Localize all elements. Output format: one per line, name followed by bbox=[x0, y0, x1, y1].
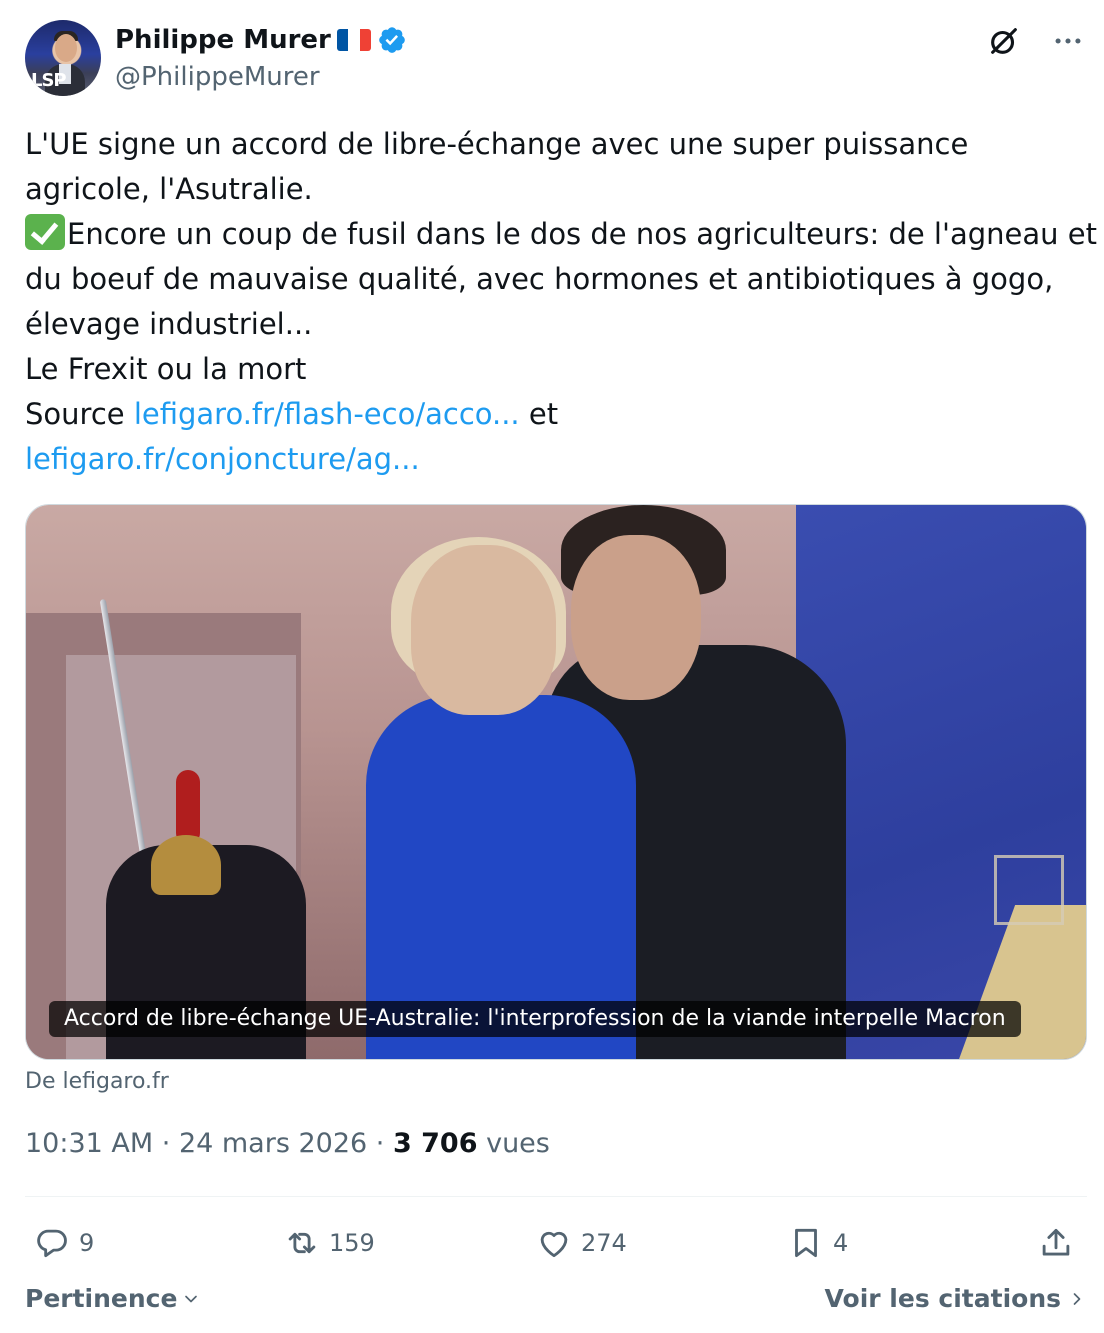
reply-button[interactable]: 9 bbox=[33, 1218, 94, 1268]
tweet-line: du boeuf de mauvaise qualité, avec hormo… bbox=[25, 262, 1054, 296]
link-joiner: et bbox=[528, 397, 559, 431]
link-card-caption: Accord de libre-échange UE-Australie: l'… bbox=[49, 1001, 1021, 1037]
bookmark-count: 4 bbox=[833, 1229, 849, 1257]
like-count: 274 bbox=[581, 1229, 627, 1257]
link-card-image[interactable]: Accord de libre-échange UE-Australie: l'… bbox=[25, 504, 1087, 1060]
replies-footer: Pertinence Voir les citations bbox=[25, 1284, 1087, 1324]
divider bbox=[25, 1196, 1087, 1197]
verified-badge-icon[interactable] bbox=[377, 25, 407, 55]
author-name[interactable]: Philippe Murer bbox=[115, 25, 331, 55]
link-conjoncture[interactable]: lefigaro.fr/conjoncture/ag... bbox=[25, 442, 420, 476]
avatar-logo: LSP bbox=[31, 70, 67, 91]
tweet-source-line: Source lefigaro.fr/flash-eco/acco... et bbox=[25, 392, 1095, 437]
views-count: 3 706 bbox=[392, 1128, 478, 1159]
grok-icon[interactable] bbox=[987, 24, 1021, 58]
tweet-line: Encore un coup de fusil dans le dos de n… bbox=[67, 217, 1097, 251]
tweet-link-line: lefigaro.fr/conjoncture/ag... bbox=[25, 437, 1095, 482]
avatar[interactable]: LSP bbox=[25, 20, 101, 96]
tweet-meta: 10:31 AM · 24 mars 2026 · 3 706 vues bbox=[25, 1128, 550, 1159]
source-label: Source bbox=[25, 397, 125, 431]
link-flash-eco[interactable]: lefigaro.fr/flash-eco/acco... bbox=[134, 397, 520, 431]
chevron-down-icon bbox=[185, 1295, 198, 1302]
bookmark-icon bbox=[795, 1228, 817, 1258]
like-button[interactable]: 274 bbox=[535, 1218, 627, 1268]
tweet-line-with-emoji: Encore un coup de fusil dans le dos de n… bbox=[25, 212, 1097, 257]
bookmark-button[interactable]: 4 bbox=[787, 1218, 848, 1268]
chevron-right-icon bbox=[1073, 1292, 1081, 1305]
reply-icon bbox=[37, 1229, 67, 1258]
action-bar: 9 159 274 4 bbox=[25, 1218, 1087, 1268]
france-flag-icon bbox=[336, 29, 371, 51]
repost-count: 159 bbox=[329, 1229, 375, 1257]
views-label: vues bbox=[486, 1128, 550, 1159]
check-mark-emoji-icon bbox=[25, 214, 65, 250]
tweet-line: élevage industriel... bbox=[25, 307, 313, 341]
tweet-date[interactable]: 24 mars 2026 bbox=[179, 1128, 367, 1159]
view-quotes-label: Voir les citations bbox=[824, 1284, 1061, 1313]
sort-label: Pertinence bbox=[25, 1284, 178, 1313]
view-quotes-link[interactable]: Voir les citations bbox=[825, 1284, 1087, 1313]
author-name-row: Philippe Murer bbox=[115, 22, 407, 58]
share-icon bbox=[1042, 1228, 1070, 1256]
tweet-time[interactable]: 10:31 AM bbox=[25, 1128, 153, 1159]
tweet-header: LSP Philippe Murer @PhilippeMurer bbox=[25, 20, 1087, 100]
tweet-text: L'UE signe un accord de libre-échange av… bbox=[25, 122, 1097, 482]
reply-count: 9 bbox=[79, 1229, 95, 1257]
tweet-line: agricole, l'Asutralie. bbox=[25, 172, 313, 206]
share-button[interactable] bbox=[1037, 1218, 1075, 1268]
author-handle[interactable]: @PhilippeMurer bbox=[115, 62, 320, 92]
heart-icon bbox=[540, 1231, 568, 1258]
tweet-line: L'UE signe un accord de libre-échange av… bbox=[25, 127, 969, 161]
tweet-line: Le Frexit ou la mort bbox=[25, 352, 307, 386]
repost-button[interactable]: 159 bbox=[283, 1218, 375, 1268]
sort-dropdown[interactable]: Pertinence bbox=[25, 1284, 201, 1313]
repost-icon bbox=[288, 1232, 316, 1254]
more-icon[interactable] bbox=[1051, 24, 1085, 58]
link-card-source[interactable]: De lefigaro.fr bbox=[25, 1069, 169, 1094]
